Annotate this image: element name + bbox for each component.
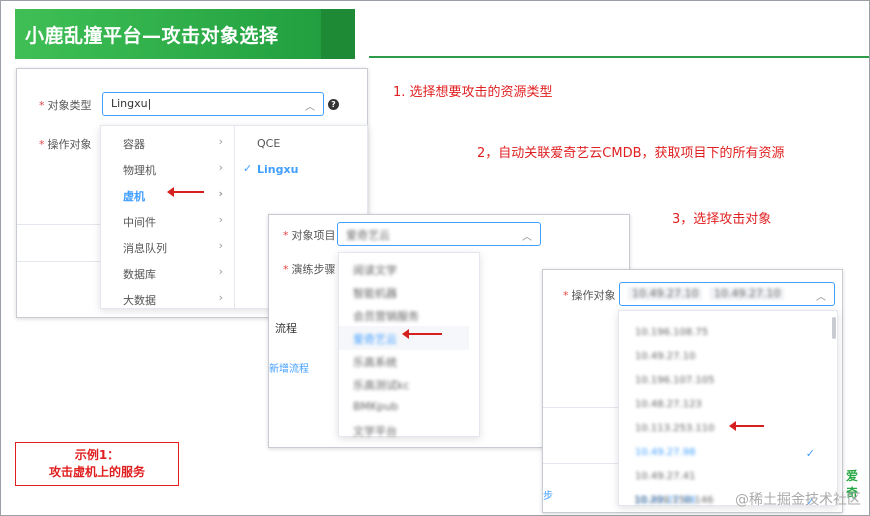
object-project-label: * 对象项目 xyxy=(283,229,336,242)
annotation-arrow-2 xyxy=(402,329,442,339)
ip-option[interactable]: 10.113.253.110 xyxy=(619,419,829,443)
banner-accent xyxy=(321,9,355,59)
check-icon: ✓ xyxy=(805,447,815,460)
ip-option-checked[interactable]: 10.49.27.98 ✓ xyxy=(619,443,829,467)
divider xyxy=(543,407,623,408)
cascader-menu-level1: 容器 › 物理机 › 虚机 › 中间件 › 消息队列 › 数据库 › 大数据 › xyxy=(101,126,235,310)
object-type-select[interactable]: Lingxu| ︿ xyxy=(102,92,324,116)
project-dropdown: 阅读文学 智能机器 会员营销服务 爱奇艺云 乐高系统 乐高测试kc BMKpub… xyxy=(338,252,480,438)
check-icon: ✓ xyxy=(243,162,253,175)
flow-label: 流程 xyxy=(275,322,297,335)
operation-target-label: * 操作对象 xyxy=(39,138,92,151)
chevron-right-icon: › xyxy=(218,187,223,200)
ip-dropdown: 10.196.108.75 10.49.27.10 10.196.107.105… xyxy=(618,310,838,506)
help-icon[interactable]: ? xyxy=(328,99,339,110)
drill-steps-label: * 演练步骤 xyxy=(283,263,336,276)
cascader-item-bigdata[interactable]: 大数据 › xyxy=(101,286,235,312)
object-type-value: Lingxu xyxy=(111,97,148,110)
cascader-item-container[interactable]: 容器 › xyxy=(101,130,235,156)
cascader-item-qce[interactable]: QCE xyxy=(235,132,365,156)
cascader-item-middleware[interactable]: 中间件 › xyxy=(101,208,235,234)
project-option[interactable]: 会员营销服务 xyxy=(339,303,469,327)
example-line1: 示例1： xyxy=(74,448,120,462)
chevron-right-icon: › xyxy=(218,291,223,304)
cascader-item-mq[interactable]: 消息队列 › xyxy=(101,234,235,260)
operation-target-label-3: * 操作对象 xyxy=(563,289,616,302)
project-option[interactable]: 乐高测试kc xyxy=(339,372,469,396)
chevron-right-icon: › xyxy=(218,239,223,252)
ip-option[interactable]: 10.196.108.75 xyxy=(619,323,829,347)
cascader-item-physical[interactable]: 物理机 › xyxy=(101,156,235,182)
next-button[interactable]: 步 xyxy=(543,487,553,502)
chevron-right-icon: › xyxy=(218,161,223,174)
object-project-value: 爱奇艺云 xyxy=(346,229,390,242)
project-option[interactable]: BMKpub xyxy=(339,395,469,419)
divider xyxy=(543,463,623,464)
step3-annotation: 3，选择攻击对象 xyxy=(672,212,772,227)
slide: 小鹿乱撞平台—攻击对象选择 * 对象类型 Lingxu| ︿ ? * 操作对象 容器… xyxy=(0,0,870,516)
chevron-right-icon: › xyxy=(218,213,223,226)
ip-option[interactable]: 10.49.27.10 xyxy=(619,347,829,371)
chevron-right-icon: › xyxy=(218,135,223,148)
divider xyxy=(17,224,102,225)
ip-option[interactable]: 10.48.27.123 xyxy=(619,395,829,419)
project-option[interactable]: 阅读文学 xyxy=(339,257,469,281)
example-box: 示例1： 攻击虚机上的服务 xyxy=(15,442,179,486)
chevron-up-icon: ︿ xyxy=(816,292,826,303)
chevron-up-icon: ︿ xyxy=(522,232,532,243)
ip-option[interactable]: 10.49.27.41 xyxy=(619,467,829,491)
project-option[interactable]: 智能机器 xyxy=(339,280,469,304)
page-title: 小鹿乱撞平台—攻击对象选择 xyxy=(25,25,279,47)
project-option[interactable]: 乐高系统 xyxy=(339,349,469,373)
title-banner: 小鹿乱撞平台—攻击对象选择 xyxy=(15,9,355,59)
header-divider xyxy=(369,56,869,58)
chevron-up-icon: ︿ xyxy=(305,102,315,113)
watermark: @稀土掘金技术社区 xyxy=(735,492,861,508)
ip-option[interactable]: 10.196.107.105 xyxy=(619,371,829,395)
step2-annotation: 2，自动关联爱奇艺云CMDB，获取项目下的所有资源 xyxy=(477,146,785,161)
divider xyxy=(17,261,102,262)
example-line2: 攻击虚机上的服务 xyxy=(48,465,145,479)
step1-annotation: 1. 选择想要攻击的资源类型 xyxy=(393,85,553,100)
cascader-item-lingxu[interactable]: ✓ Lingxu xyxy=(235,158,365,182)
object-project-select[interactable]: 爱奇艺云 ︿ xyxy=(337,222,541,246)
selected-tag: 10.49.27.10 xyxy=(709,287,785,300)
scrollbar[interactable] xyxy=(832,317,836,339)
operation-target-select[interactable]: 10.49.27.10 10.49.27.10 ︿ xyxy=(619,282,835,306)
object-type-label: * 对象类型 xyxy=(39,99,92,112)
cascader-item-db[interactable]: 数据库 › xyxy=(101,260,235,286)
project-option[interactable]: 文学平台 xyxy=(339,418,469,442)
chevron-right-icon: › xyxy=(218,265,223,278)
selected-tag: 10.49.27.10 xyxy=(628,287,703,300)
annotation-arrow-1 xyxy=(167,187,204,197)
add-flow-link[interactable]: 新增流程 xyxy=(269,360,309,375)
annotation-arrow-3 xyxy=(729,421,764,431)
